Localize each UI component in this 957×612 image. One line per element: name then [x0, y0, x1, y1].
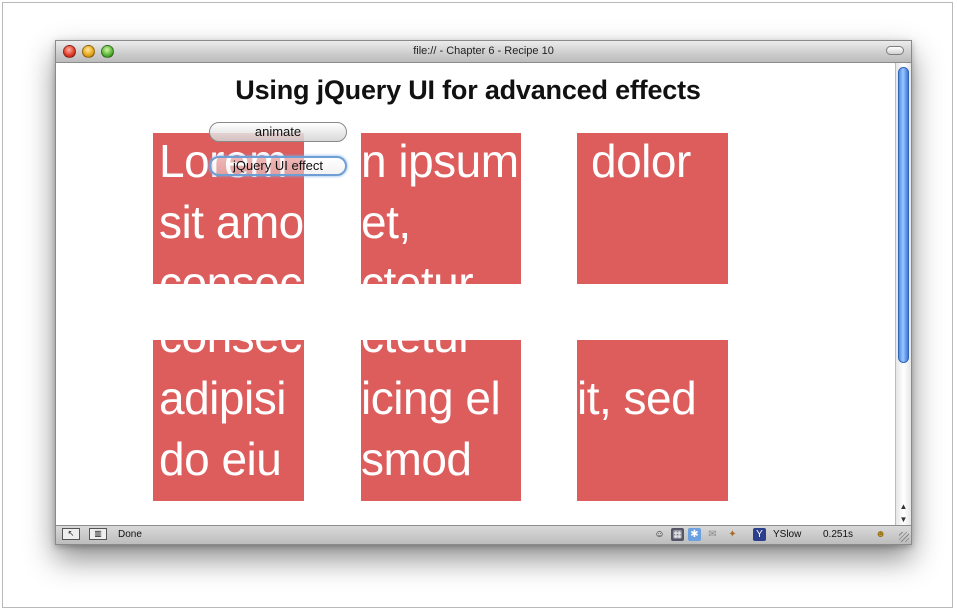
layout-icon[interactable]: ▥	[89, 528, 107, 540]
box-line: sit amo	[159, 196, 304, 248]
animate-button[interactable]: animate	[209, 122, 347, 142]
box-line: smod	[361, 433, 472, 485]
effect-box-3: dolor	[577, 133, 728, 284]
status-text: Done	[118, 529, 142, 540]
box-line: n ipsum	[361, 135, 519, 187]
jquery-ui-effect-button[interactable]: jQuery UI effect	[209, 156, 347, 176]
box-line: icing el	[361, 372, 501, 424]
effect-box-2: n ipsum et, ctetur	[361, 133, 521, 284]
monkey-icon[interactable]: ☺	[653, 528, 666, 541]
box-line: et,	[361, 196, 411, 248]
box-line: it, sed	[577, 372, 697, 424]
box-line: adipisi	[159, 372, 286, 424]
page-viewport: Using jQuery UI for advanced effects Lor…	[56, 63, 897, 527]
toolbar-toggle-button[interactable]	[886, 46, 904, 55]
box-line: ctetur	[361, 257, 474, 284]
page-heading: Using jQuery UI for advanced effects	[235, 75, 701, 105]
box-line: consec	[159, 340, 302, 367]
inspect-icon[interactable]: ↖	[62, 528, 80, 540]
box-line: ctetur	[361, 340, 474, 367]
resize-grip-icon[interactable]	[899, 532, 909, 542]
load-time: 0.251s	[823, 529, 854, 540]
vertical-scrollbar[interactable]: ▲ ▼	[895, 63, 911, 527]
mail-icon[interactable]: ✉	[706, 528, 719, 541]
grid-icon[interactable]: ▦	[671, 528, 684, 541]
snowflake-icon[interactable]: ✱	[688, 528, 701, 541]
yslow-icon[interactable]: Y	[753, 528, 766, 541]
browser-window: file:// - Chapter 6 - Recipe 10 Using jQ…	[55, 40, 912, 545]
box-line: do eiu	[159, 433, 282, 485]
effect-box-6: it, sed	[577, 340, 728, 501]
window-title: file:// - Chapter 6 - Recipe 10	[413, 45, 554, 57]
firebug-icon[interactable]: ☻	[874, 528, 887, 541]
yslow-label[interactable]: YSlow	[773, 529, 801, 540]
tool-icon[interactable]: ✦	[726, 528, 739, 541]
status-bar: ↖ ▥ Done ☺ ▦ ✱ ✉ ✦ Y YSlow 0.251s ☻	[56, 525, 911, 544]
box-line: dolor	[591, 135, 691, 187]
effect-box-5: ctetur icing el smod	[361, 340, 521, 501]
scroll-up-arrow-icon[interactable]: ▲	[899, 501, 908, 513]
effect-box-4: consec adipisi do eiu	[153, 340, 304, 501]
scrollbar-thumb[interactable]	[898, 67, 909, 363]
box-line: consec	[159, 257, 302, 284]
title-bar[interactable]: file:// - Chapter 6 - Recipe 10	[56, 41, 911, 63]
